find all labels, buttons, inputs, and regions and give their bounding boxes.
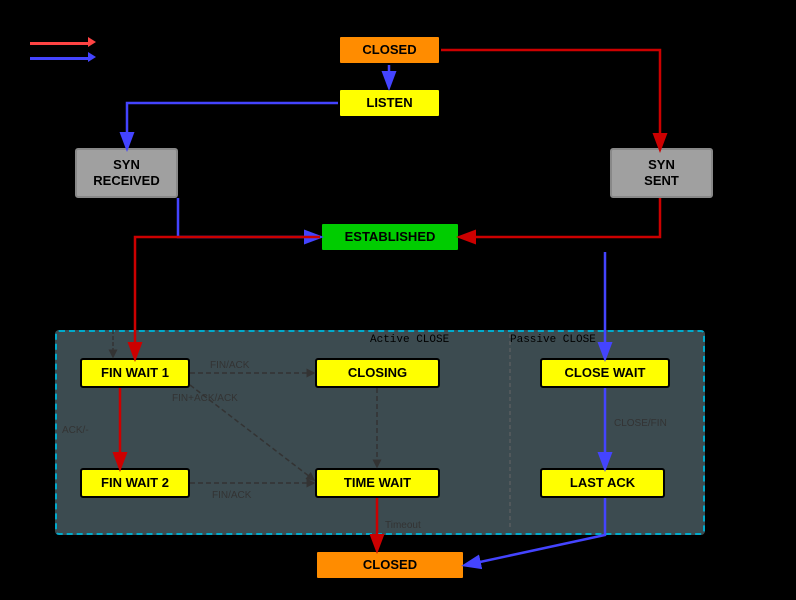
state-closed-top: CLOSED xyxy=(338,35,441,65)
state-syn-sent: SYNSENT xyxy=(610,148,713,198)
label-ack: ACK/- xyxy=(62,425,89,436)
state-last-ack: LAST ACK xyxy=(540,468,665,498)
state-fin-wait-2: FIN WAIT 2 xyxy=(80,468,190,498)
state-syn-received: SYNRECEIVED xyxy=(75,148,178,198)
label-timeout: Timeout xyxy=(385,520,421,531)
label-fin-ack-3: FIN/ACK xyxy=(212,490,251,501)
label-close-fin: CLOSE/FIN xyxy=(614,418,667,429)
state-closed-bottom: CLOSED xyxy=(315,550,465,580)
state-fin-wait-1: FIN WAIT 1 xyxy=(80,358,190,388)
state-listen: LISTEN xyxy=(338,88,441,118)
state-closing: CLOSING xyxy=(315,358,440,388)
state-time-wait: TIME WAIT xyxy=(315,468,440,498)
label-fin-ack-ack: FIN+ACK/ACK xyxy=(172,393,238,404)
state-close-wait: CLOSE WAIT xyxy=(540,358,670,388)
legend-blue-arrow xyxy=(30,57,90,60)
tcp-diagram: Active CLOSE Passive CLOSE CLOSED LISTEN… xyxy=(0,0,796,600)
legend-red-arrow xyxy=(30,42,90,45)
state-established: ESTABLISHED xyxy=(320,222,460,252)
active-close-label: Active CLOSE xyxy=(370,334,449,346)
passive-close-label: Passive CLOSE xyxy=(510,334,596,346)
label-fin-ack-1: FIN/ACK xyxy=(210,360,249,371)
